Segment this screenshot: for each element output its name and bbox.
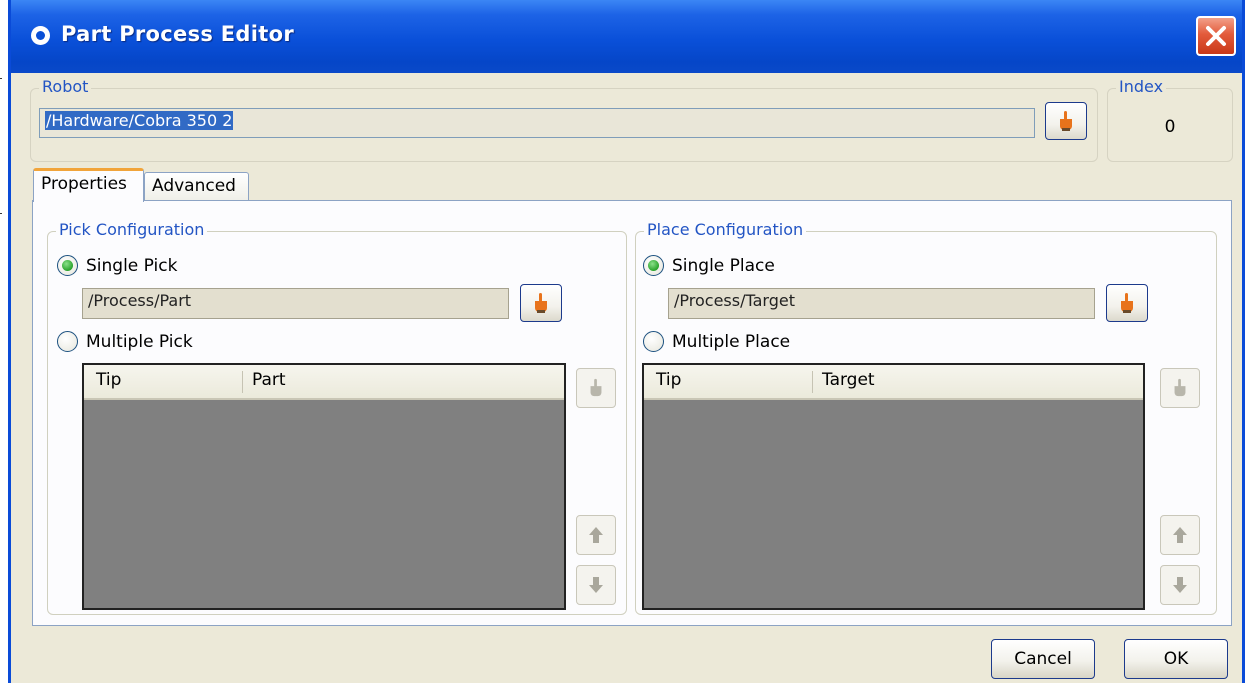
pick-move-up-button[interactable] <box>576 515 616 555</box>
close-button[interactable] <box>1196 16 1236 56</box>
hand-pointer-icon <box>1060 111 1072 131</box>
pick-column-tip[interactable]: Tip <box>96 370 121 390</box>
index-group: Index 0 <box>1107 77 1233 162</box>
place-list-select-button[interactable] <box>1160 368 1200 408</box>
title-bar[interactable]: Part Process Editor <box>11 0 1242 73</box>
single-pick-select-button[interactable] <box>520 284 562 322</box>
multiple-place-radio[interactable] <box>643 331 664 352</box>
pick-configuration-group: Pick Configuration Single Pick /Process/… <box>47 220 627 615</box>
arrow-up-icon <box>1173 527 1187 543</box>
index-group-label: Index <box>1116 77 1167 96</box>
multiple-place-label: Multiple Place <box>672 331 791 352</box>
robot-field-value: /Hardware/Cobra 350 2 <box>45 111 234 130</box>
pick-move-down-button[interactable] <box>576 565 616 605</box>
hand-pointer-icon <box>535 293 547 313</box>
place-list[interactable]: Tip Target <box>642 363 1145 610</box>
single-place-select-button[interactable] <box>1106 284 1148 322</box>
single-place-option[interactable]: Single Place <box>643 255 775 276</box>
robot-field[interactable]: /Hardware/Cobra 350 2 <box>39 108 1035 138</box>
tab-advanced[interactable]: Advanced <box>144 172 249 203</box>
cancel-button[interactable]: Cancel <box>991 639 1095 679</box>
pick-column-separator[interactable] <box>242 371 243 393</box>
pick-column-part[interactable]: Part <box>252 370 286 390</box>
multiple-pick-option[interactable]: Multiple Pick <box>57 331 193 352</box>
place-configuration-group: Place Configuration Single Place /Proces… <box>635 220 1217 615</box>
arrow-down-icon <box>589 577 603 593</box>
robot-select-button[interactable] <box>1045 102 1087 140</box>
place-column-tip[interactable]: Tip <box>656 370 681 390</box>
pick-list-select-button[interactable] <box>576 368 616 408</box>
single-place-field[interactable]: /Process/Target <box>668 288 1095 319</box>
place-configuration-label: Place Configuration <box>644 220 807 239</box>
tab-advanced-label: Advanced <box>152 176 236 196</box>
window-title: Part Process Editor <box>61 22 294 46</box>
hand-pointer-icon <box>1121 293 1133 313</box>
arrow-down-icon <box>1173 577 1187 593</box>
app-logo-icon <box>31 26 50 45</box>
single-pick-option[interactable]: Single Pick <box>57 255 177 276</box>
hand-pointer-icon <box>1174 378 1186 397</box>
pick-configuration-label: Pick Configuration <box>56 220 208 239</box>
single-place-label: Single Place <box>672 255 775 276</box>
properties-panel: Pick Configuration Single Pick /Process/… <box>32 200 1232 626</box>
index-value: 0 <box>1164 117 1176 137</box>
dialog-window: Part Process Editor Robot /Hardware/Cobr… <box>8 0 1245 683</box>
single-pick-field[interactable]: /Process/Part <box>82 288 509 319</box>
multiple-place-option[interactable]: Multiple Place <box>643 331 790 352</box>
single-pick-label: Single Pick <box>86 255 178 276</box>
pick-list-header: Tip Part <box>84 365 564 400</box>
hand-pointer-icon <box>590 378 602 397</box>
ok-button[interactable]: OK <box>1124 639 1228 679</box>
place-move-down-button[interactable] <box>1160 565 1200 605</box>
multiple-pick-label: Multiple Pick <box>86 331 193 352</box>
robot-group-label: Robot <box>39 77 92 96</box>
place-list-header: Tip Target <box>644 365 1143 400</box>
single-pick-radio[interactable] <box>57 255 78 276</box>
place-column-target[interactable]: Target <box>822 370 875 390</box>
tab-properties-label: Properties <box>41 174 127 194</box>
place-move-up-button[interactable] <box>1160 515 1200 555</box>
multiple-pick-radio[interactable] <box>57 331 78 352</box>
pick-list[interactable]: Tip Part <box>82 363 566 610</box>
place-column-separator[interactable] <box>812 371 813 393</box>
single-place-radio[interactable] <box>643 255 664 276</box>
tab-properties[interactable]: Properties <box>33 168 144 202</box>
close-icon <box>1206 26 1226 46</box>
arrow-up-icon <box>589 527 603 543</box>
robot-group: Robot /Hardware/Cobra 350 2 <box>30 77 1098 162</box>
